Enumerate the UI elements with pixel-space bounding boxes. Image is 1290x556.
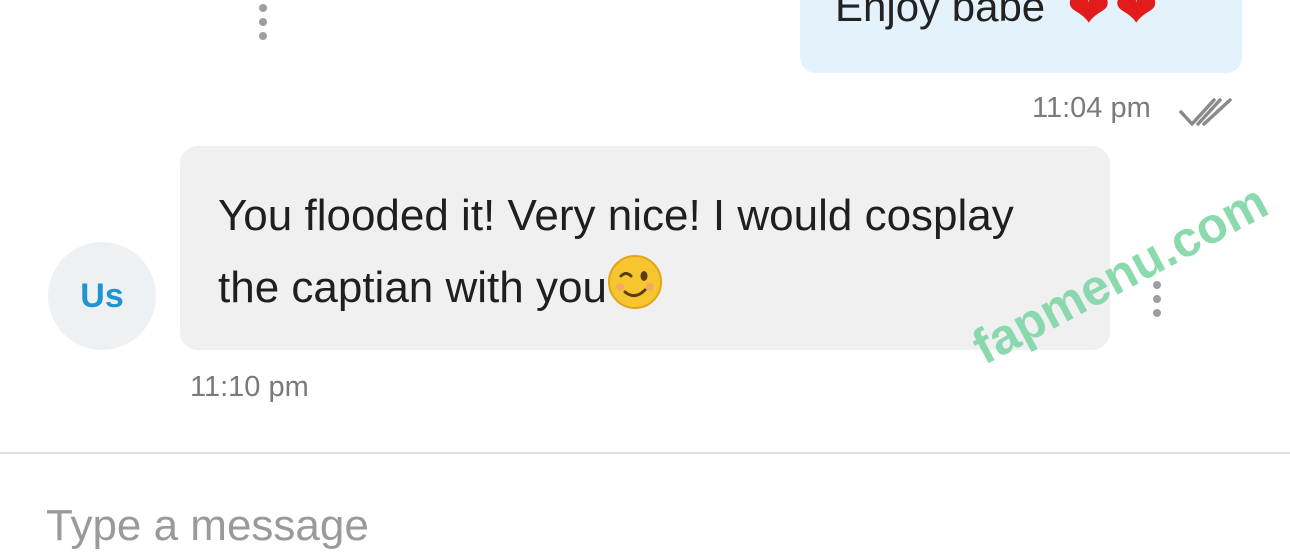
incoming-message-body: You flooded it! Very nice! I would cospl… bbox=[218, 180, 1078, 324]
message-input[interactable] bbox=[46, 496, 1246, 556]
dot bbox=[1153, 309, 1161, 317]
outgoing-message-bubble[interactable]: Enjoy babe ❤ ❤ bbox=[800, 0, 1242, 73]
red-heart-icon: ❤ bbox=[1114, 0, 1158, 39]
outgoing-message-text-line: Enjoy babe ❤ ❤ bbox=[835, 0, 1158, 36]
double-check-icon bbox=[1179, 98, 1232, 126]
composer-divider bbox=[0, 452, 1290, 454]
message-options-icon[interactable] bbox=[259, 4, 267, 40]
avatar[interactable]: Us bbox=[48, 242, 156, 350]
outgoing-message-text: Enjoy babe bbox=[835, 0, 1046, 30]
red-heart-icon: ❤ bbox=[1066, 0, 1111, 39]
heart-emoji-group: ❤ ❤ bbox=[1067, 0, 1158, 36]
outgoing-message-time: 11:04 pm bbox=[1032, 92, 1151, 124]
dot bbox=[1153, 295, 1161, 303]
dot bbox=[259, 4, 267, 12]
dot bbox=[259, 32, 267, 40]
avatar-initials: Us bbox=[80, 276, 124, 315]
winking-face-icon bbox=[607, 255, 662, 309]
dot bbox=[259, 18, 267, 26]
incoming-message-time: 11:10 pm bbox=[190, 371, 309, 403]
